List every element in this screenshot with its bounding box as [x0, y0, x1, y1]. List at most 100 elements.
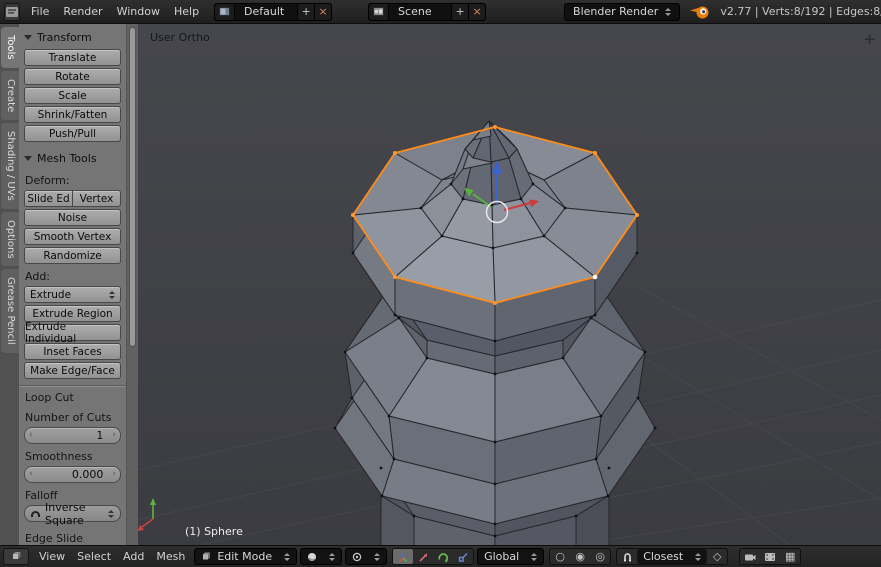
scene-browse-button[interactable] — [369, 4, 389, 20]
slider-right-arrow-icon: › — [112, 428, 116, 443]
updown-arrows-icon — [109, 291, 115, 299]
screen-layout-browse-button[interactable] — [215, 4, 235, 20]
scale-box-icon — [457, 551, 469, 563]
falloff-select[interactable]: Inverse Square — [24, 505, 121, 522]
object-info-label: (1) Sphere — [185, 525, 243, 538]
extrude-menu[interactable]: Extrude — [24, 286, 121, 303]
proportional-falloff-button[interactable]: ◉ — [570, 549, 590, 564]
updown-arrows-icon — [531, 553, 537, 561]
scene-name[interactable]: Scene — [389, 5, 451, 18]
proportional-edit-group: ○ ◉ ◎ — [549, 548, 611, 565]
snap-target-value: Closest — [643, 550, 683, 563]
menu-window[interactable]: Window — [110, 5, 167, 18]
menu-mesh[interactable]: Mesh — [150, 550, 191, 563]
smoothness-value: 0.000 — [33, 468, 113, 481]
randomize-button[interactable]: Randomize — [24, 247, 121, 264]
translate-button[interactable]: Translate — [24, 49, 121, 66]
screen-layout-add-button[interactable]: + — [297, 4, 314, 20]
falloff-curve-icon — [31, 511, 40, 517]
manipulator-rotate-button[interactable] — [433, 549, 453, 564]
push-pull-button[interactable]: Push/Pull — [24, 125, 121, 142]
viewport-editor-type-button[interactable] — [3, 548, 29, 565]
falloff-value: Inverse Square — [45, 501, 96, 527]
snap-peel-button[interactable]: ◇ — [707, 549, 727, 564]
info-editor-type-button[interactable] — [4, 3, 20, 21]
edge-slide-label: Edge Slide — [24, 524, 121, 545]
transform-panel-header[interactable]: Transform — [24, 28, 121, 49]
edge-slide-button[interactable]: Slide Ed — [24, 190, 73, 207]
deform-label: Deform: — [24, 170, 121, 190]
manipulator-scale-button[interactable] — [453, 549, 473, 564]
menu-view[interactable]: View — [33, 550, 71, 563]
updown-arrows-icon — [665, 8, 671, 16]
tool-shelf: Transform Translate Rotate Scale Shrink/… — [19, 24, 126, 545]
updown-arrows-icon — [695, 553, 701, 561]
viewport-3d[interactable]: User Ortho (1) Sphere + — [138, 24, 881, 545]
tab-options[interactable]: Options — [1, 212, 19, 267]
smooth-vertex-button[interactable]: Smooth Vertex — [24, 228, 121, 245]
blender-logo-icon — [689, 4, 711, 20]
viewport-scene — [138, 24, 881, 545]
tool-shelf-tabs: Tools Create Shading / UVs Options Greas… — [0, 24, 19, 545]
tool-shelf-scrollbar[interactable] — [126, 24, 138, 545]
snap-group: Closest ◇ — [616, 548, 728, 565]
properties-region-toggle[interactable]: + — [863, 30, 876, 48]
manipulator-toggle-button[interactable] — [393, 549, 413, 564]
tab-create[interactable]: Create — [1, 71, 19, 120]
snap-target-select[interactable]: Closest — [637, 549, 707, 564]
number-of-cuts-value: 1 — [33, 429, 113, 442]
pivot-point-select[interactable] — [345, 548, 387, 565]
snap-magnet-button[interactable] — [617, 549, 637, 564]
manipulator-translate-button[interactable] — [413, 549, 433, 564]
make-edge-face-button[interactable]: Make Edge/Face — [24, 362, 121, 379]
scrollbar-thumb[interactable] — [129, 27, 136, 347]
menu-help[interactable]: Help — [167, 5, 206, 18]
slider-right-arrow-icon: › — [112, 467, 116, 482]
number-of-cuts-slider[interactable]: ‹ 1 › — [24, 427, 121, 444]
occlude-geometry-button[interactable]: ◎ — [590, 549, 610, 564]
screen-layout-unlink-button[interactable]: × — [314, 4, 331, 20]
add-label: Add: — [24, 266, 121, 286]
smoothness-slider[interactable]: ‹ 0.000 › — [24, 466, 121, 483]
render-engine-select[interactable]: Blender Render — [564, 3, 680, 21]
screen-layout-icon — [219, 7, 230, 16]
scene-add-button[interactable]: + — [451, 4, 468, 20]
mesh-object[interactable] — [335, 121, 655, 545]
manipulator-toggle-group — [392, 548, 474, 565]
viewport-header: View Select Add Mesh Edit Mode — [0, 545, 881, 567]
scene-unlink-button[interactable]: × — [468, 4, 485, 20]
extrude-individual-button[interactable]: Extrude Individual — [24, 324, 121, 341]
scene-icon — [373, 7, 384, 16]
viewport-shading-select[interactable] — [300, 548, 342, 565]
vertex-slide-button[interactable]: Vertex — [73, 190, 121, 207]
render-engine-value: Blender Render — [573, 5, 658, 18]
menu-render[interactable]: Render — [56, 5, 109, 18]
orientation-select[interactable]: Global — [477, 548, 544, 565]
film-icon — [764, 552, 776, 562]
axis-tripod-icon — [397, 551, 409, 563]
menu-select[interactable]: Select — [71, 550, 117, 563]
mesh-tools-panel-header[interactable]: Mesh Tools — [24, 149, 121, 170]
extrude-region-button[interactable]: Extrude Region — [24, 305, 121, 322]
shrink-fatten-button[interactable]: Shrink/Fatten — [24, 106, 121, 123]
inset-faces-button[interactable]: Inset Faces — [24, 343, 121, 360]
mode-select[interactable]: Edit Mode — [194, 548, 297, 565]
opengl-render-anim-button[interactable] — [760, 549, 780, 564]
magnet-icon — [622, 551, 633, 562]
number-of-cuts-label: Number of Cuts — [24, 407, 121, 427]
menu-file[interactable]: File — [24, 5, 56, 18]
only-render-toggle-button[interactable]: ▦ — [780, 549, 800, 564]
proportional-edit-button[interactable]: ○ — [550, 549, 570, 564]
menu-add[interactable]: Add — [117, 550, 150, 563]
tab-tools[interactable]: Tools — [1, 27, 19, 68]
screen-layout-name[interactable]: Default — [235, 5, 297, 18]
tab-grease-pencil[interactable]: Grease Pencil — [1, 269, 19, 353]
camera-icon — [744, 552, 756, 562]
tab-shading-uvs[interactable]: Shading / UVs — [1, 123, 19, 209]
scene-selector: Scene + × — [368, 3, 486, 21]
opengl-render-image-button[interactable] — [740, 549, 760, 564]
noise-button[interactable]: Noise — [24, 209, 121, 226]
scale-button[interactable]: Scale — [24, 87, 121, 104]
rotate-arc-icon — [437, 551, 449, 563]
rotate-button[interactable]: Rotate — [24, 68, 121, 85]
